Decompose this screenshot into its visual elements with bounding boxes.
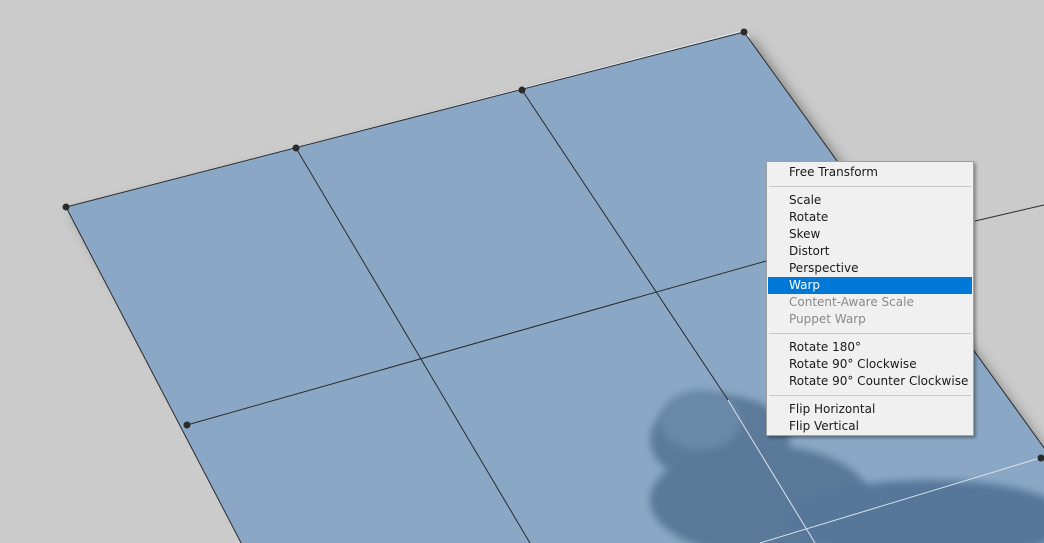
- menu-item-rotate-90-cw[interactable]: Rotate 90° Clockwise: [768, 356, 972, 373]
- menu-item-free-transform[interactable]: Free Transform: [768, 164, 972, 181]
- menu-item-rotate[interactable]: Rotate: [768, 209, 972, 226]
- handle-left-mid[interactable]: [183, 421, 191, 429]
- handle-top-left[interactable]: [62, 203, 70, 211]
- menu-item-rotate-90-ccw[interactable]: Rotate 90° Counter Clockwise: [768, 373, 972, 390]
- menu-item-content-aware-scale: Content-Aware Scale: [789, 295, 914, 309]
- menu-separator: [769, 186, 971, 187]
- menu-item-puppet-warp: Puppet Warp: [789, 312, 866, 326]
- handle-top-mid-2[interactable]: [518, 86, 526, 94]
- menu-item-rotate-180[interactable]: Rotate 180°: [768, 339, 972, 356]
- menu-item-skew[interactable]: Skew: [768, 226, 972, 243]
- menu-item-distort[interactable]: Distort: [768, 243, 972, 260]
- handle-top-mid-1[interactable]: [292, 144, 300, 152]
- menu-item-warp[interactable]: Warp: [768, 277, 972, 294]
- menu-separator: [769, 395, 971, 396]
- menu-item-flip-vertical[interactable]: Flip Vertical: [768, 418, 972, 435]
- menu-item-perspective[interactable]: Perspective: [768, 260, 972, 277]
- menu-item-flip-horizontal[interactable]: Flip Horizontal: [768, 401, 972, 418]
- menu-item-scale[interactable]: Scale: [768, 192, 972, 209]
- transform-context-menu: Free Transform Scale Rotate Skew Distort…: [766, 161, 974, 436]
- handle-top-right[interactable]: [740, 28, 748, 36]
- menu-separator: [769, 333, 971, 334]
